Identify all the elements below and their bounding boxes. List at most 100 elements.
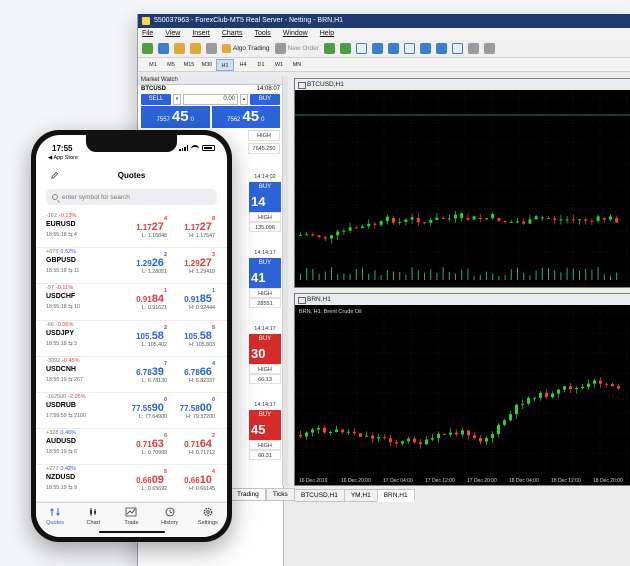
menu-insert[interactable]: Insert	[192, 28, 210, 40]
new-chart-icon[interactable]	[142, 43, 153, 54]
quote-row[interactable]: +328 0.46% AUDUSD 18:55:19 ⇆ 6 0.71636 0.7164…	[36, 429, 227, 466]
sell-button[interactable]: SELL	[141, 94, 171, 105]
volume-bar	[479, 274, 481, 280]
high-label: HIGH	[248, 130, 280, 141]
zoom-out-icon[interactable]	[387, 43, 399, 54]
candle-body	[413, 438, 416, 443]
timeframe-h1[interactable]: H1	[216, 58, 234, 71]
quote-change-percent: 0.46%	[60, 430, 76, 437]
history-icon	[165, 507, 175, 517]
algo-trading-button[interactable]: Algo Trading	[222, 44, 270, 53]
volume-bar	[331, 267, 332, 280]
tab-quotes[interactable]: Quotes	[38, 507, 72, 537]
row-buy-price[interactable]: 14	[249, 192, 281, 212]
timeframe-m5[interactable]: M5	[162, 59, 180, 71]
tab-trading[interactable]: Trading	[230, 488, 266, 501]
zoom-in-icon[interactable]	[371, 43, 383, 54]
chart-tab-brn[interactable]: BRN,H1	[376, 489, 415, 502]
row-buy-price[interactable]: 45	[249, 420, 281, 440]
bid-main: 6.78	[136, 367, 152, 377]
date-axis-label: 18 Dec 20:00	[593, 478, 623, 484]
menu-window[interactable]: Window	[283, 28, 308, 40]
chart-tab-ym[interactable]: YM,H1	[343, 489, 378, 502]
bid-sup: 4	[163, 216, 167, 222]
timeframe-mn[interactable]: MN	[288, 59, 306, 71]
symbol-search-box[interactable]	[46, 189, 217, 205]
tab-settings[interactable]: Settings	[191, 507, 225, 537]
trade-icon	[126, 507, 137, 517]
symbol-search-input[interactable]	[62, 193, 212, 201]
quote-row[interactable]: +277 0.42% NZDUSD 18:55:19 ⇆ 9 0.66095 0.6610…	[36, 465, 227, 502]
market-watch-symbol-row: BTCUSD 14:08:07	[138, 85, 283, 93]
candle-body	[449, 432, 452, 435]
quote-change: -97 -0.11%	[46, 285, 73, 291]
quote-row[interactable]: -66 -0.06% USDJPY 18:55:18 ⇆ 3 105.582 105.58…	[36, 321, 227, 357]
buy-price-tile[interactable]: 7562 45 0	[211, 106, 280, 128]
row-buy-button[interactable]: BUY	[249, 334, 281, 344]
brn-candlestick-chart[interactable]: BRN, H1: Brent Crude Oil 16 Dec 2019 16 De…	[295, 305, 630, 485]
profiles-icon[interactable]	[158, 43, 169, 54]
buy-price-big: 45	[242, 108, 260, 125]
lot-increase-button[interactable]: ▴	[240, 94, 248, 105]
volume-bar	[591, 269, 593, 280]
quote-row[interactable]: -97 -0.11% USDCHF 18:55:18 ⇆ 10 0.91841 0.918…	[36, 284, 227, 321]
row-buy-button[interactable]: BUY	[249, 258, 281, 268]
candle-body	[497, 218, 501, 221]
candlestick-icon[interactable]	[339, 43, 351, 54]
sell-price-tile[interactable]: 7557 45 0	[141, 106, 210, 128]
quote-symbol: AUDUSD	[46, 438, 76, 446]
chart-shift-icon[interactable]	[435, 43, 447, 54]
timeframe-m15[interactable]: M15	[180, 59, 198, 71]
quote-row[interactable]: +675 0.52% GBPUSD 18:55:18 ⇆ 11 1.29262 1.292…	[36, 248, 227, 285]
quote-row[interactable]: -162 -0.13% EURUSD 18:55:18 ⇆ 4 1.17274 1.172…	[36, 212, 227, 249]
volume-bar	[306, 268, 308, 280]
row-buy-button[interactable]: BUY	[249, 182, 281, 192]
menu-help[interactable]: Help	[320, 28, 334, 40]
menu-tools[interactable]: Tools	[254, 28, 270, 40]
autoscroll-icon[interactable]	[419, 43, 431, 54]
candle-body	[335, 429, 338, 432]
chart-tab-btcusd[interactable]: BTCUSD,H1	[294, 489, 345, 502]
tile-windows-icon[interactable]	[403, 43, 415, 54]
quote-row[interactable]: -3092 -0.45% USDCNH 18:55:19 ⇆ 267 6.78397 6.…	[36, 357, 227, 393]
bar-chart-icon[interactable]	[323, 43, 335, 54]
bid-big: 09	[151, 474, 164, 487]
row-buy-price[interactable]: 30	[249, 344, 281, 364]
navigator-icon[interactable]	[174, 43, 185, 54]
indicators-icon[interactable]	[451, 43, 463, 54]
bid-main: 105.	[136, 331, 152, 341]
quote-high: H: 0.66145	[189, 486, 215, 493]
volume-bar	[566, 267, 568, 280]
row-buy-button[interactable]: BUY	[249, 410, 281, 420]
timeframe-h4[interactable]: H4	[234, 59, 252, 71]
timeframe-m30[interactable]: M30	[198, 59, 216, 71]
tab-ticks[interactable]: Ticks	[265, 488, 295, 501]
wifi-icon	[191, 145, 199, 151]
menu-charts[interactable]: Charts	[222, 28, 243, 40]
ask-big: 10	[199, 474, 212, 487]
volume-bar	[498, 275, 500, 280]
candle-body	[527, 397, 530, 404]
menu-view[interactable]: View	[165, 28, 180, 40]
crosshair-icon[interactable]	[483, 43, 495, 54]
line-chart-icon[interactable]	[355, 43, 367, 54]
quote-high: H: 0.92444	[189, 305, 215, 312]
lot-input[interactable]: 0.00	[183, 94, 238, 105]
row-buy-price[interactable]: 41	[249, 268, 281, 288]
back-to-app-store-link[interactable]: ◀ App Store	[48, 155, 78, 161]
menu-file[interactable]: File	[142, 28, 153, 40]
candle-body	[575, 388, 578, 390]
signal-icon[interactable]	[206, 43, 217, 54]
timeframe-d1[interactable]: D1	[252, 59, 270, 71]
quote-row[interactable]: -162500 -2.05% USDRUB 17:59:59 ⇆ 2100 77.559…	[36, 393, 227, 430]
lot-decrease-button[interactable]: ▾	[173, 94, 181, 105]
ask-big: 66	[199, 365, 212, 378]
market-watch-scrollbar[interactable]	[282, 76, 288, 486]
timeframe-w1[interactable]: W1	[270, 59, 288, 71]
btcusd-candlestick-chart[interactable]	[295, 90, 630, 287]
data-window-icon[interactable]	[190, 43, 201, 54]
cursor-icon[interactable]	[467, 43, 479, 54]
timeframe-m1[interactable]: M1	[144, 59, 162, 71]
new-order-button[interactable]: New Order	[274, 43, 319, 54]
buy-button[interactable]: BUY	[250, 94, 280, 105]
